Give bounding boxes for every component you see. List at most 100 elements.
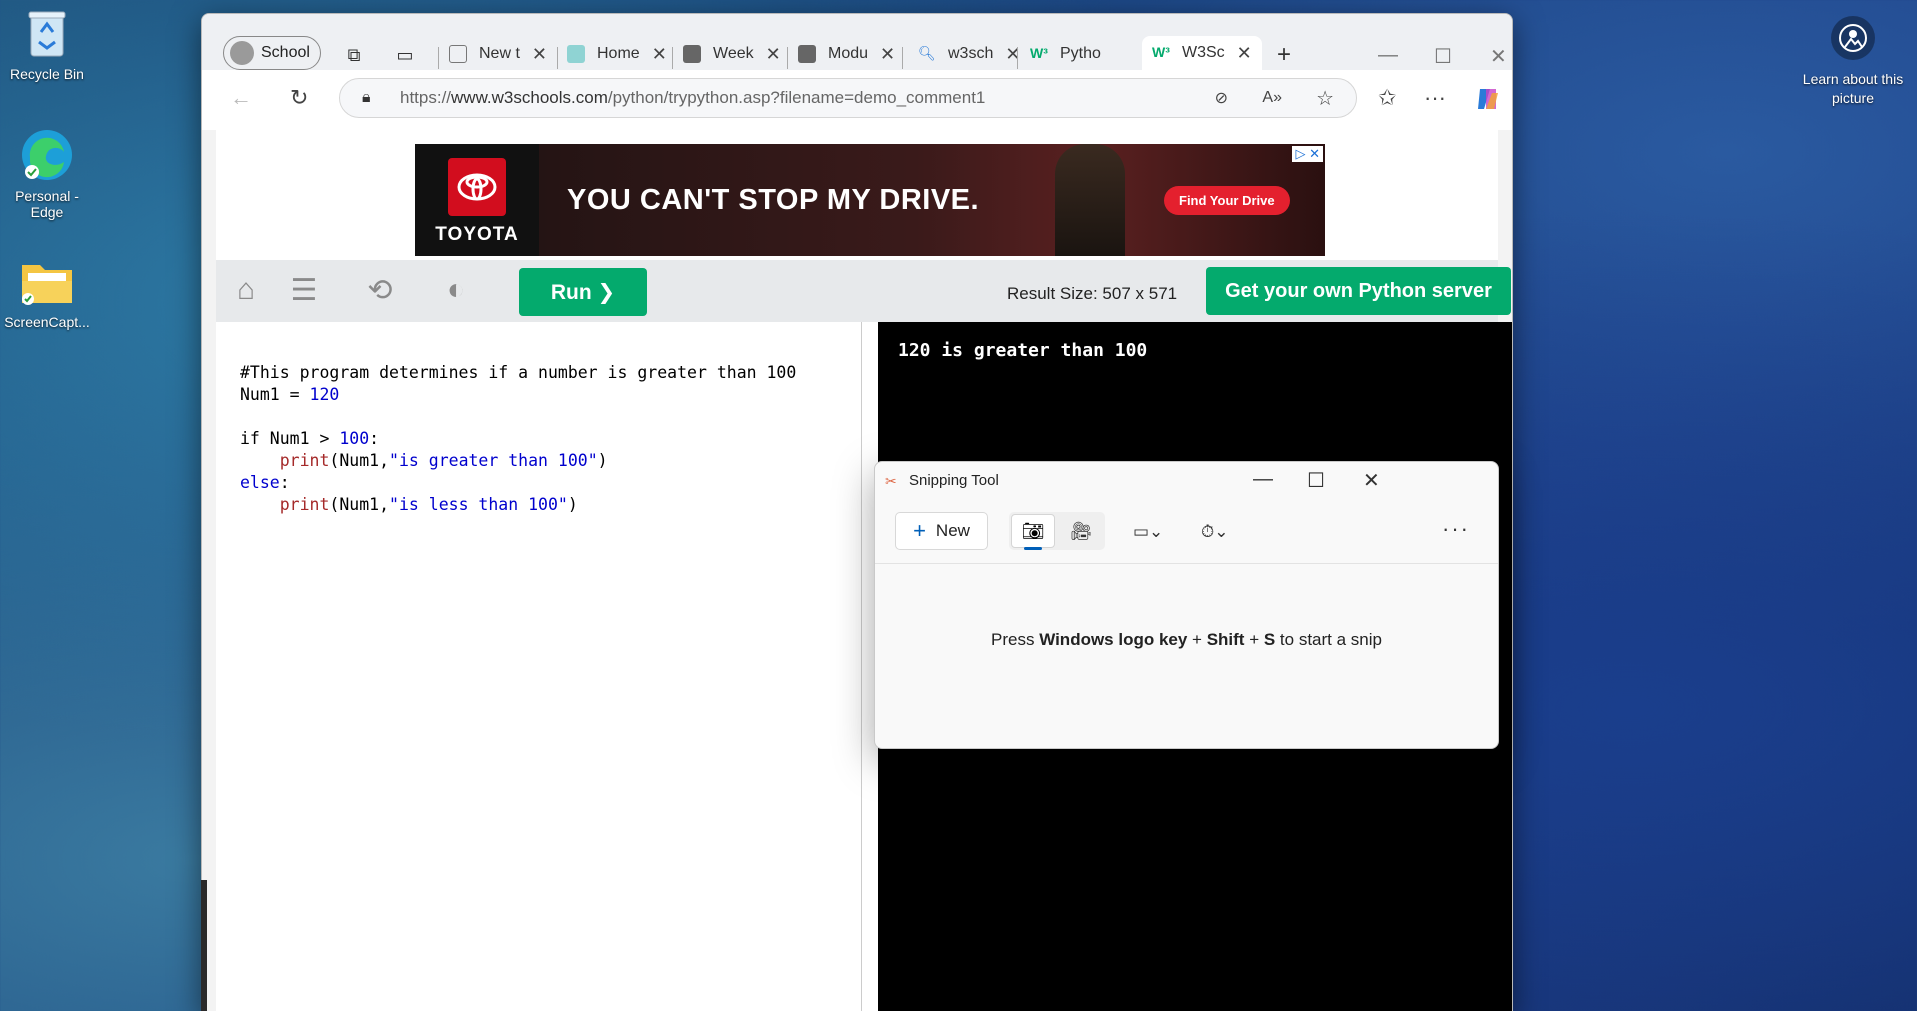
video-camera-icon: 🎥︎: [1069, 520, 1093, 541]
workspaces-icon[interactable]: ⧉: [342, 44, 366, 66]
close-icon[interactable]: ✕: [766, 44, 781, 65]
delay-dropdown[interactable]: ⏱⌄: [1201, 522, 1229, 542]
maximize-icon[interactable]: ☐: [1307, 468, 1325, 493]
lock-icon: 🔒︎: [362, 89, 371, 106]
tab-new[interactable]: New t ✕: [449, 39, 547, 69]
hint-plus: +: [1187, 630, 1207, 649]
close-icon[interactable]: ✕: [532, 44, 547, 65]
ad-photo: [1055, 144, 1125, 256]
url-prefix: https://: [400, 88, 452, 107]
d2l-favicon-icon: [798, 45, 816, 63]
tab-label: Week: [713, 45, 754, 62]
page-icon: [449, 45, 467, 63]
toyota-ad-banner[interactable]: TOYOTA YOU CAN'T STOP MY DRIVE. Find You…: [415, 144, 1325, 256]
tab-separator: [902, 47, 903, 69]
avatar: [230, 41, 254, 65]
tab-module[interactable]: Modu ✕: [798, 39, 895, 69]
ad-cta-button[interactable]: Find Your Drive: [1164, 186, 1290, 215]
url-path: /python/trypython.asp?filename=demo_comm…: [607, 88, 986, 107]
recycle-bin-desktop-icon[interactable]: Recycle Bin: [0, 6, 94, 82]
snip-shape-dropdown[interactable]: ▭⌄: [1133, 522, 1163, 542]
home-icon[interactable]: ⌂: [226, 272, 266, 308]
hint-prefix: Press: [991, 630, 1040, 649]
tab-label: W3Sc: [1182, 44, 1225, 61]
tab-bar: School ⧉ ▭ New t ✕ Home ✕ Week ✕ Modu ✕: [202, 14, 1512, 70]
w3schools-favicon-icon: W³: [1152, 44, 1170, 60]
close-icon[interactable]: ✕: [1237, 43, 1252, 64]
code-line: print(Num1,"is greater than 100"): [279, 451, 608, 470]
snipping-tool-titlebar: ✂ Snipping Tool: [885, 472, 999, 489]
close-icon[interactable]: ✕: [652, 44, 667, 65]
tab-home[interactable]: Home ✕: [567, 39, 667, 69]
tab-separator: [438, 47, 439, 69]
maximize-icon[interactable]: ☐: [1434, 44, 1452, 69]
hint-plus: +: [1244, 630, 1264, 649]
url-field[interactable]: 🔒︎ https:// www.w3schools.com /python/tr…: [339, 78, 1357, 118]
tab-label: New t: [479, 45, 520, 62]
tab-python[interactable]: W³ Pytho ✕: [1030, 39, 1101, 69]
vertical-tabs-icon[interactable]: ▭: [393, 44, 417, 66]
snipping-tool-title: Snipping Tool: [909, 472, 999, 489]
code-line: else:: [240, 473, 290, 492]
get-python-server-button[interactable]: Get your own Python server: [1206, 267, 1511, 315]
edge-desktop-icon[interactable]: Personal - Edge: [0, 128, 94, 220]
screenshot-mode-button[interactable]: 📷︎: [1011, 514, 1055, 550]
toyota-emblem-icon: [448, 158, 506, 216]
tab-w3schools-search[interactable]: 🔍︎ w3sch ✕: [918, 39, 1020, 69]
address-bar: ← ↻ 🔒︎ https:// www.w3schools.com /pytho…: [202, 70, 1512, 130]
hint-key-shift: Shift: [1206, 630, 1245, 649]
edge-icon: [20, 128, 74, 182]
close-icon[interactable]: ✕: [880, 44, 895, 65]
back-icon[interactable]: ←: [230, 85, 252, 111]
tab-week[interactable]: Week ✕: [683, 39, 781, 69]
record-mode-button[interactable]: 🎥︎: [1061, 514, 1101, 548]
tab-w3schools-active[interactable]: W³ W3Sc ✕: [1142, 36, 1262, 70]
screencapture-label: ScreenCapt...: [4, 314, 90, 330]
result-size-text: Result Size: 507 x 571: [1007, 284, 1178, 303]
minimize-icon[interactable]: —: [1378, 44, 1398, 67]
camera-off-icon[interactable]: ⊘: [1215, 88, 1228, 108]
snip-hint-text: Press Windows logo key + Shift + S to st…: [875, 630, 1498, 650]
copilot-icon[interactable]: [1474, 85, 1502, 119]
run-button[interactable]: Run ❯: [519, 268, 647, 316]
window-edge: [201, 880, 207, 1011]
learn-about-picture[interactable]: Learn about this picture: [1797, 16, 1909, 108]
code-line: print(Num1,"is less than 100"): [279, 495, 578, 514]
hint-key-s: S: [1263, 630, 1276, 649]
toyota-brand-text: TOYOTA: [435, 224, 519, 245]
url-host: www.w3schools.com: [451, 88, 608, 107]
search-icon: 🔍︎: [918, 45, 936, 61]
recycle-bin-label: Recycle Bin: [10, 66, 84, 82]
snipping-tool-window: ✂ Snipping Tool — ☐ ✕ + New 📷︎ 🎥︎ ▭⌄ ⏱⌄ …: [874, 461, 1499, 749]
read-aloud-icon[interactable]: A»: [1262, 89, 1282, 107]
screencapture-desktop-icon[interactable]: ScreenCapt...: [0, 254, 94, 330]
rotate-icon[interactable]: ⟲: [360, 272, 400, 308]
close-icon[interactable]: ✕: [1005, 44, 1020, 65]
more-icon[interactable]: ···: [1424, 85, 1446, 111]
favorites-icon[interactable]: ✩: [1378, 85, 1396, 111]
d2l-favicon-icon: [683, 45, 701, 63]
menu-icon[interactable]: ☰: [284, 272, 324, 308]
favorite-star-icon[interactable]: ☆: [1316, 86, 1334, 111]
profile-button[interactable]: School: [223, 36, 321, 70]
close-window-icon[interactable]: ✕: [1490, 44, 1507, 69]
refresh-icon[interactable]: ↻: [290, 85, 308, 111]
code-line: #This program determines if a number is …: [240, 363, 797, 382]
recycle-bin-icon: [20, 6, 74, 60]
close-window-icon[interactable]: ✕: [1363, 468, 1380, 493]
snip-mode-toggle: 📷︎ 🎥︎: [1009, 512, 1105, 550]
new-label: New: [935, 521, 970, 540]
new-snip-button[interactable]: + New: [895, 512, 988, 550]
code-editor[interactable]: #This program determines if a number is …: [230, 322, 862, 1011]
new-tab-icon[interactable]: +: [1272, 41, 1296, 68]
tab-separator: [557, 47, 558, 69]
selected-indicator: [1024, 547, 1042, 550]
ad-choices-icon[interactable]: ▷ ✕: [1292, 146, 1323, 162]
minimize-icon[interactable]: —: [1253, 468, 1273, 491]
w3schools-favicon-icon: W³: [1030, 45, 1048, 61]
more-options-icon[interactable]: ···: [1442, 516, 1470, 542]
contrast-icon[interactable]: ◐: [436, 272, 476, 308]
profile-label: School: [261, 44, 310, 61]
tab-label: Home: [597, 45, 640, 62]
